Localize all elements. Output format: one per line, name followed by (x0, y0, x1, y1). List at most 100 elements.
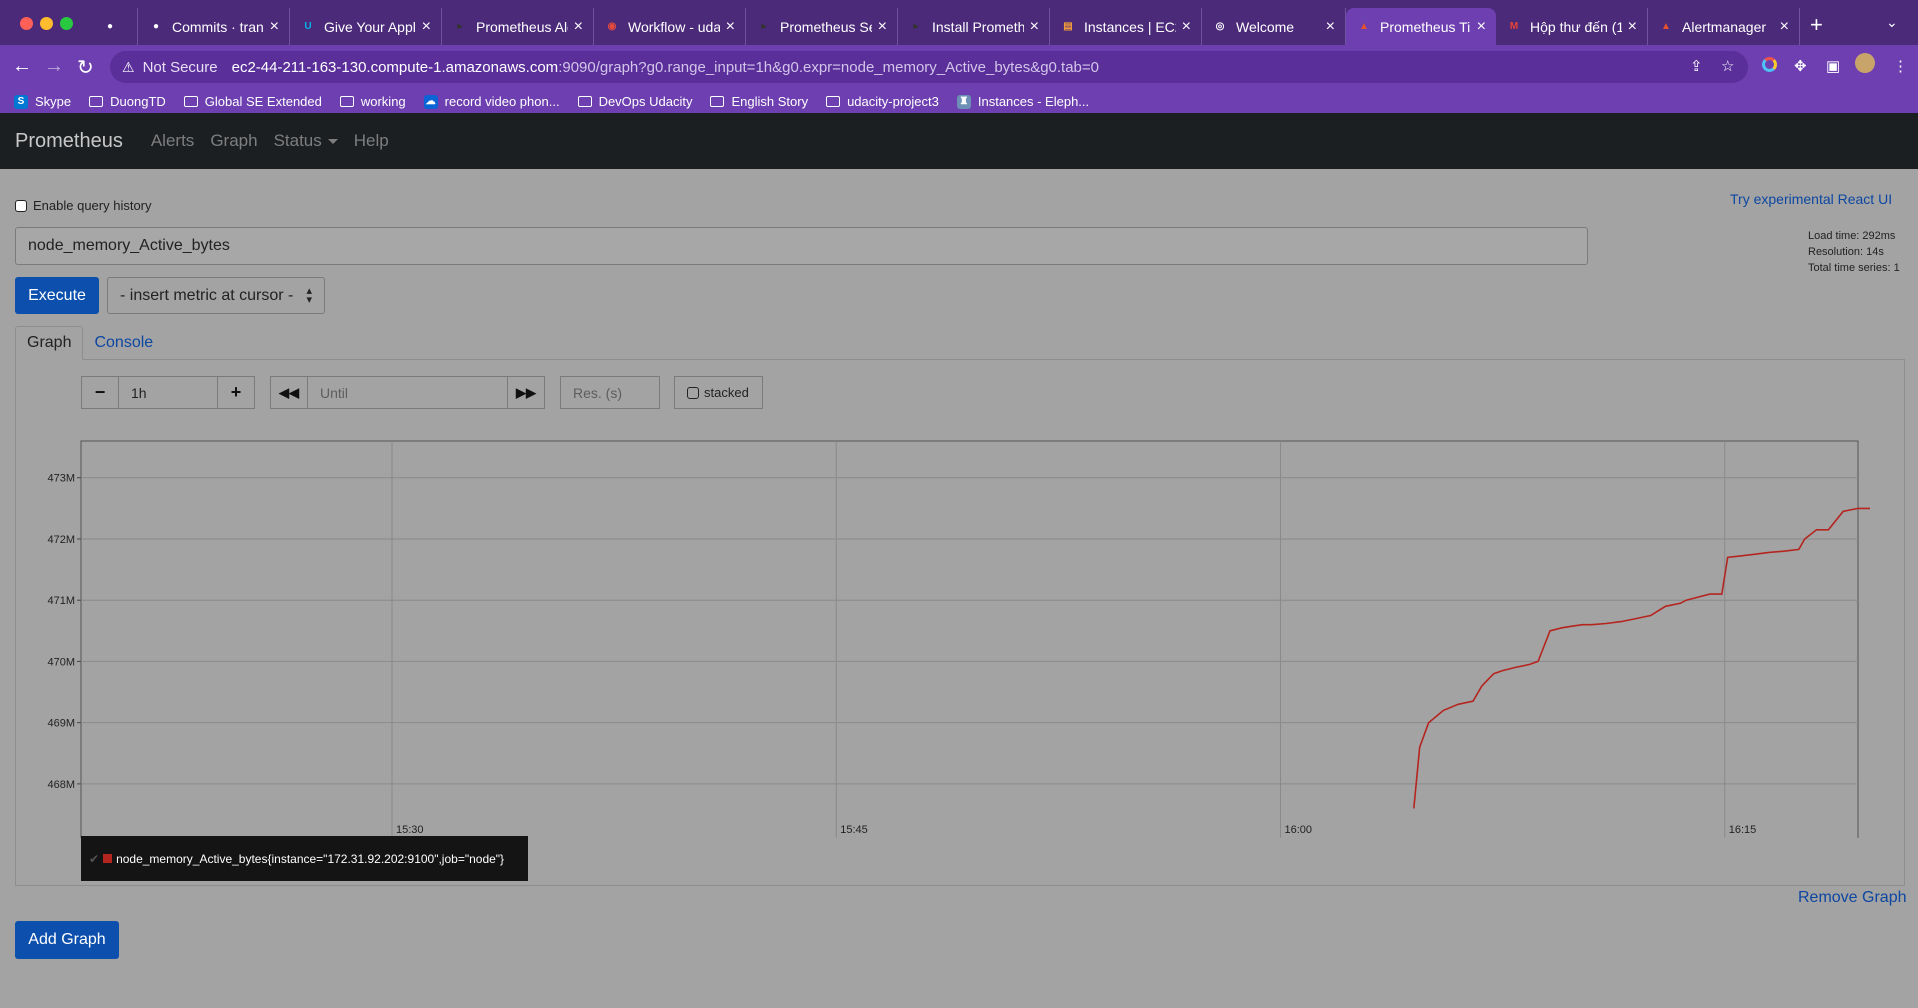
insert-metric-select[interactable]: - insert metric at cursor - ▴ ▾ (107, 277, 325, 314)
close-tab-icon[interactable]: × (1628, 18, 1637, 36)
close-tab-icon[interactable]: × (574, 18, 583, 36)
close-tab-icon[interactable]: × (878, 18, 887, 36)
share-icon[interactable]: ⇪ (1690, 57, 1703, 75)
close-tab-icon[interactable]: × (726, 18, 735, 36)
tab-graph[interactable]: Graph (15, 326, 84, 360)
decrease-range-button[interactable]: − (81, 376, 119, 409)
browser-tab[interactable]: M Hộp thư đến (1 × (1496, 8, 1648, 45)
stacked-checkbox[interactable] (687, 386, 699, 399)
close-tab-icon[interactable]: × (1182, 18, 1191, 36)
profile-avatar[interactable] (1855, 53, 1875, 77)
address-bar[interactable]: ⚠ Not Secure ec2-44-211-163-130.compute-… (110, 51, 1748, 83)
load-time: Load time: 292ms (1808, 230, 1896, 242)
browser-tab-title: Welcome (1236, 18, 1295, 35)
bookmark-item[interactable]: DuongTD (89, 94, 166, 109)
close-tab-icon[interactable]: × (1780, 18, 1789, 36)
react-ui-link[interactable]: Try experimental React UI (1730, 191, 1892, 207)
tab-console[interactable]: Console (83, 326, 164, 360)
caret-down-icon (327, 139, 338, 145)
graph-console-tabs: Graph Console (15, 326, 164, 360)
folder-icon (183, 96, 198, 107)
bookmark-item[interactable]: English Story (710, 94, 808, 109)
browser-tab-title: Commits · tranc (172, 18, 264, 35)
plot-area (80, 440, 1859, 840)
close-tab-icon[interactable]: × (270, 18, 279, 36)
bookmark-item[interactable]: Global SE Extended (183, 94, 322, 109)
minimize-window-button[interactable] (40, 17, 53, 30)
expression-input[interactable]: node_memory_Active_bytes (15, 227, 1588, 265)
bookmark-item[interactable]: DevOps Udacity (577, 94, 693, 109)
query-history-toggle[interactable]: Enable query history (15, 198, 152, 213)
forward-arrow-icon[interactable]: → (44, 55, 64, 78)
fast-forward-button[interactable]: ▶▶ (507, 376, 545, 409)
new-tab-button[interactable]: + (1810, 12, 1823, 38)
browser-tab[interactable]: ▲ Alertmanager × (1648, 8, 1800, 45)
browser-tab[interactable]: ▸ Install Prometh × (898, 8, 1050, 45)
browser-tab[interactable]: ▤ Instances | EC2 × (1050, 8, 1202, 45)
legend: ✔ node_memory_Active_bytes{instance="172… (81, 836, 528, 881)
terminal-icon: ▸ (913, 21, 919, 32)
stacked-toggle[interactable]: stacked (674, 376, 763, 409)
browser-tab[interactable]: ▲ Prometheus Tir × (1346, 8, 1496, 45)
browser-tab-title: Prometheus Se (780, 18, 872, 35)
browser-tab-title: Prometheus Ale (476, 18, 568, 35)
browser-tab[interactable]: ● Commits · tranc × (138, 8, 290, 45)
graph-chart: 468M 469M 470M 471M 472M 473M 15:30 15:45 16:00 1… (40, 428, 1918, 840)
remove-graph-link[interactable]: Remove Graph (1798, 889, 1907, 907)
browser-toolbar: ← → ↻ ⚠ Not Secure ec2-44-211-163-130.co… (0, 45, 1918, 90)
nav-graph[interactable]: Graph (210, 131, 257, 151)
nav-help[interactable]: Help (354, 131, 389, 151)
extensions-puzzle-icon[interactable]: ✥ (1794, 57, 1807, 75)
close-window-button[interactable] (20, 17, 33, 30)
legend-check-icon[interactable]: ✔ (89, 852, 99, 866)
brand-link[interactable]: Prometheus (15, 130, 123, 153)
circleci-icon: ◉ (607, 21, 617, 32)
elephant-icon: ♜ (956, 94, 971, 109)
browser-tab[interactable]: ◎ Welcome × (1202, 8, 1346, 45)
browser-tab-title: Alertmanager (1682, 18, 1767, 35)
browser-menu-icon[interactable]: ⋮ (1893, 57, 1908, 75)
browser-tab[interactable]: U Give Your Appli × (290, 8, 442, 45)
browser-tab[interactable]: ◉ Workflow - uda × (594, 8, 746, 45)
bookmark-star-icon[interactable]: ☆ (1721, 57, 1734, 75)
skype-icon: S (14, 94, 28, 109)
close-tab-icon[interactable]: × (1326, 18, 1335, 36)
nav-status-dropdown[interactable]: Status (274, 131, 338, 151)
chrome-extension-color-icon[interactable] (1762, 57, 1777, 76)
range-input[interactable]: 1h (118, 376, 218, 409)
increase-range-button[interactable]: + (217, 376, 255, 409)
sidebar-icon[interactable]: ▣ (1826, 57, 1840, 75)
reload-icon[interactable]: ↻ (77, 55, 94, 80)
browser-tab[interactable]: ● (92, 8, 138, 45)
y-tick-label: 472M (47, 534, 75, 546)
query-history-checkbox[interactable] (15, 199, 27, 212)
add-graph-button[interactable]: Add Graph (15, 921, 119, 959)
legend-color-swatch (103, 854, 113, 863)
x-tick-label: 15:30 (396, 824, 424, 836)
warning-icon: ⚠ (122, 58, 135, 75)
bookmark-label: Instances - Eleph... (977, 94, 1090, 109)
nav-alerts[interactable]: Alerts (151, 131, 194, 151)
close-tab-icon[interactable]: × (422, 18, 431, 36)
bookmark-item[interactable]: S Skype (14, 94, 71, 109)
browser-tab[interactable]: ▸ Prometheus Ale × (442, 8, 594, 45)
y-tick-label: 469M (47, 718, 75, 730)
zoom-window-button[interactable] (60, 17, 73, 30)
bookmark-item[interactable]: ♜ Instances - Eleph... (956, 94, 1090, 109)
browser-tab-title: Instances | EC2 (1084, 18, 1176, 35)
bookmark-item[interactable]: working (339, 94, 406, 109)
bookmark-label: DevOps Udacity (598, 94, 693, 109)
url-path: :9090/graph?g0.range_input=1h&g0.expr=no… (558, 58, 1100, 76)
resolution-input[interactable]: Res. (s) (560, 376, 660, 409)
close-tab-icon[interactable]: × (1477, 18, 1486, 36)
tab-search-chevron-icon[interactable]: ⌄ (1886, 14, 1898, 31)
execute-button[interactable]: Execute (15, 277, 99, 314)
close-tab-icon[interactable]: × (1030, 18, 1039, 36)
bookmark-item[interactable]: ☁ record video phon... (423, 94, 560, 109)
until-input[interactable]: Until (307, 376, 508, 409)
udacity-icon: U (304, 21, 312, 32)
browser-tab[interactable]: ▸ Prometheus Se × (746, 8, 898, 45)
bookmark-item[interactable]: udacity-project3 (826, 94, 939, 109)
rewind-button[interactable]: ◀◀ (270, 376, 308, 409)
back-arrow-icon[interactable]: ← (12, 55, 32, 78)
